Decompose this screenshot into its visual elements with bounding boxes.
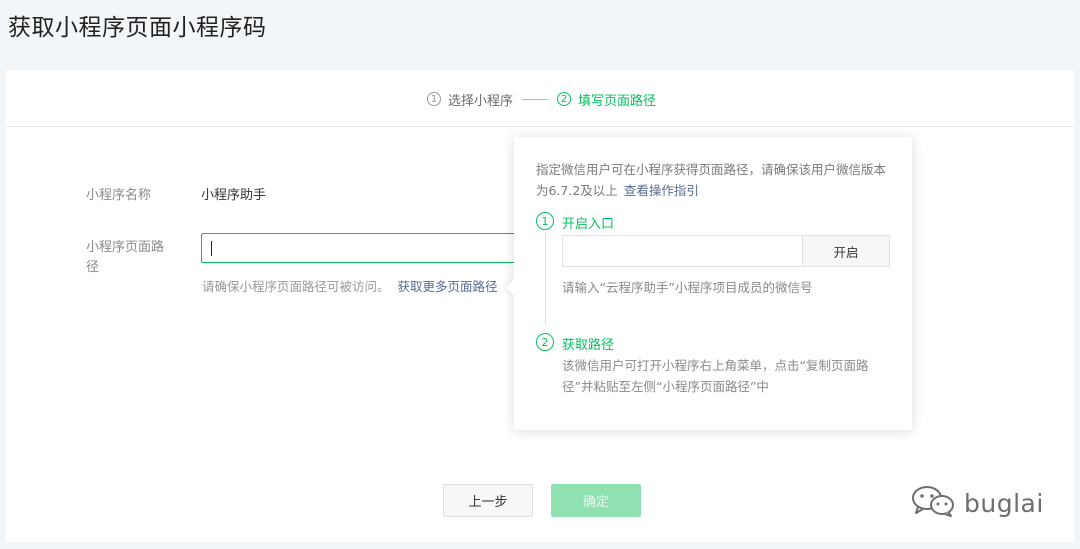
popover-arrow <box>505 279 522 296</box>
text-caret <box>211 241 212 256</box>
popover-step-number: 1 <box>536 212 554 230</box>
confirm-button[interactable]: 确定 <box>551 484 641 517</box>
page-title: 获取小程序页面小程序码 <box>8 15 267 41</box>
wechat-icon <box>910 484 958 522</box>
miniprogram-name-label: 小程序名称 <box>86 188 152 203</box>
open-entry-button[interactable]: 开启 <box>802 235 890 267</box>
step-label: 填写页面路径 <box>578 93 657 109</box>
page-path-input[interactable] <box>201 233 531 263</box>
path-help-popover: 指定微信用户可在小程序获得页面路径，请确保该用户微信版本为6.7.2及以上 查看操… <box>505 137 912 430</box>
step-number: 2 <box>557 92 571 106</box>
main-card: 1 选择小程序 2 填写页面路径 小程序名称 小程序助手 小程序页面路径 请确保… <box>6 70 1074 542</box>
step-number: 1 <box>427 92 441 106</box>
more-paths-link[interactable]: 获取更多页面路径 <box>398 279 498 294</box>
step-indicator: 1 选择小程序 2 填写页面路径 <box>6 70 1074 127</box>
popover-description-text: 指定微信用户可在小程序获得页面路径，请确保该用户微信版本为6.7.2及以上 <box>536 162 887 198</box>
operation-guide-link[interactable]: 查看操作指引 <box>624 183 699 198</box>
popover-step-title: 开启入口 <box>562 217 615 232</box>
popover-step-number: 2 <box>536 333 554 351</box>
page-path-label: 小程序页面路径 <box>86 240 165 275</box>
wechat-id-hint: 请输入“云程序助手”小程序项目成员的微信号 <box>562 280 813 295</box>
step-fill-path: 2 填写页面路径 <box>557 89 656 109</box>
previous-step-button[interactable]: 上一步 <box>443 484 533 517</box>
step-label: 选择小程序 <box>448 93 514 109</box>
get-path-hint: 该微信用户可打开小程序右上角菜单，点击“复制页面路径”并粘贴至左侧“小程序页面路… <box>562 358 869 394</box>
watermark: buglai <box>910 484 1044 522</box>
page-path-hint: 请确保小程序页面路径可被访问。 获取更多页面路径 <box>202 276 498 295</box>
popover-description: 指定微信用户可在小程序获得页面路径，请确保该用户微信版本为6.7.2及以上 查看操… <box>536 159 891 201</box>
miniprogram-name-value: 小程序助手 <box>201 188 267 203</box>
watermark-text: buglai <box>964 488 1044 518</box>
step-divider <box>522 99 548 100</box>
step-select-miniprogram: 1 选择小程序 <box>427 89 513 109</box>
steps-connector-line <box>545 233 546 325</box>
popover-step-title: 获取路径 <box>562 338 615 353</box>
wechat-id-input[interactable] <box>562 235 802 267</box>
page-path-hint-text: 请确保小程序页面路径可被访问。 <box>202 279 390 294</box>
